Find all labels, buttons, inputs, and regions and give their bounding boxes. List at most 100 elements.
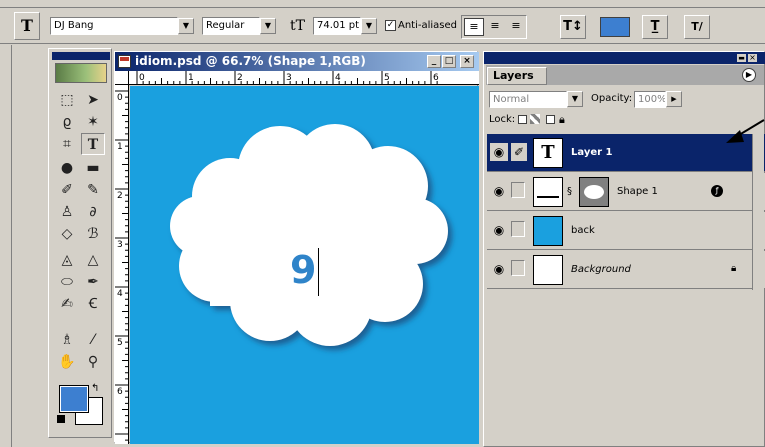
font-family-dropdown-icon[interactable]: ▼ — [178, 18, 194, 34]
ruler-label: 3 — [286, 73, 292, 83]
swap-colors-icon[interactable]: ↰ — [91, 383, 99, 394]
layer-row-back[interactable]: ◉ back — [487, 212, 765, 250]
link-box[interactable] — [511, 221, 525, 237]
vertical-ruler[interactable]: 0 1 2 3 4 5 6 — [115, 85, 129, 444]
link-box[interactable] — [511, 182, 525, 198]
custom-shape-icon[interactable]: Ꞓ — [81, 293, 105, 315]
palette-titlebar[interactable] — [484, 52, 765, 64]
layer-fill-thumbnail[interactable] — [533, 177, 563, 207]
opacity-field[interactable]: 100% — [634, 91, 666, 108]
align-center-icon[interactable]: ≡ — [485, 18, 505, 36]
pencil-tool-icon[interactable]: ✎ — [81, 179, 105, 201]
layer-thumbnail-white[interactable] — [533, 255, 563, 285]
ruler-label: 6 — [433, 73, 439, 83]
palettes-toggle-icon[interactable]: T/ — [684, 15, 710, 39]
font-style-dropdown-icon[interactable]: ▼ — [260, 18, 276, 34]
cloud-shape[interactable] — [170, 124, 448, 346]
warp-text-icon[interactable]: T̲ — [642, 15, 668, 39]
blend-mode-field[interactable]: Normal — [489, 91, 567, 108]
palette-close-icon[interactable]: × — [748, 54, 757, 62]
link-box[interactable] — [511, 260, 525, 276]
toolbox: ⬚ ➤ ϱ ✶ ⌗ T ● ▬ ✐ ✎ ♙ ∂ ◇ ℬ ◬ △ ⬭ ✒ ✍ Ꞓ … — [48, 48, 112, 438]
brush-tool-icon[interactable]: ✐ — [55, 179, 79, 201]
layer-thumbnail-type[interactable]: T — [533, 138, 563, 168]
vector-mask-thumbnail[interactable] — [579, 177, 609, 207]
font-style-field[interactable]: Regular — [202, 17, 260, 35]
text-color-swatch[interactable] — [600, 17, 630, 37]
align-right-icon[interactable]: ≡ — [506, 18, 526, 36]
eye-icon[interactable]: ◉ — [490, 221, 508, 239]
minimize-button[interactable]: _ — [427, 55, 441, 68]
ruler-label: 5 — [117, 338, 123, 348]
close-button[interactable]: × — [460, 55, 474, 68]
layer-thumbnail-blue[interactable] — [533, 216, 563, 246]
brush-active-icon[interactable]: ✐ — [511, 143, 527, 161]
ruler-label: 3 — [117, 240, 123, 250]
crop-tool-icon[interactable]: ⌗ — [55, 133, 79, 155]
layer-row-background[interactable]: ◉ Background 🔒︎ — [487, 251, 765, 289]
blur-tool-icon[interactable]: ◬ — [55, 249, 79, 271]
align-left-icon[interactable]: ≡ — [464, 18, 484, 36]
zoom-tool-icon[interactable]: ⚲ — [81, 351, 105, 373]
app-logo-icon[interactable] — [55, 63, 107, 83]
antialias-checkbox[interactable]: ✓ — [385, 20, 396, 31]
ruler-label: 0 — [139, 73, 145, 83]
ruler-label: 2 — [117, 191, 123, 201]
annotation-arrow — [726, 119, 765, 143]
font-size-field[interactable]: 74.01 pt — [313, 17, 361, 35]
lock-image-checkbox[interactable] — [546, 115, 555, 124]
ruler-origin[interactable] — [115, 71, 129, 85]
typed-text[interactable]: 9 — [290, 250, 316, 290]
sharpen-tool-icon[interactable]: △ — [81, 249, 105, 271]
eye-icon[interactable]: ◉ — [490, 260, 508, 278]
tab-layers[interactable]: Layers — [487, 67, 547, 85]
palette-menu-icon[interactable]: ▶ — [742, 68, 756, 82]
blend-mode-dropdown-icon[interactable]: ▼ — [567, 91, 583, 107]
notes-icon[interactable]: ♗ — [55, 329, 79, 351]
move-tool-icon[interactable]: ➤ — [81, 89, 105, 111]
foreground-color-swatch[interactable] — [59, 385, 89, 413]
notes-tool-icon[interactable]: ✍ — [55, 293, 79, 315]
healing-tool-icon[interactable]: ● — [55, 157, 79, 179]
layer-row-shape-1[interactable]: ◉ § Shape 1 ƒ — [487, 173, 765, 211]
ruler-label: 5 — [384, 73, 390, 83]
eyedropper-tool-icon[interactable]: ⁄ — [81, 329, 105, 351]
default-colors-icon[interactable] — [57, 415, 65, 423]
shape-tool-icon[interactable]: ⬭ — [55, 271, 79, 293]
type-tool-icon[interactable]: T — [81, 133, 105, 155]
toolbox-titlebar[interactable] — [52, 52, 110, 60]
magic-wand-tool-icon[interactable]: ✶ — [81, 111, 105, 133]
stamp-tool-icon[interactable]: ♙ — [55, 201, 79, 223]
font-family-field[interactable]: DJ Bang — [50, 17, 178, 35]
document-titlebar[interactable]: idiom.psd @ 66.7% (Shape 1,RGB) — [115, 52, 479, 71]
image-canvas[interactable]: 9 — [130, 86, 479, 444]
eraser-block-icon[interactable]: ▬ — [81, 157, 105, 179]
lock-transparency-checkbox[interactable] — [518, 115, 527, 124]
eye-icon[interactable]: ◉ — [490, 143, 508, 161]
eye-icon[interactable]: ◉ — [490, 182, 508, 200]
layer-name[interactable]: Shape 1 — [617, 185, 658, 199]
eraser-tool-icon[interactable]: ◇ — [55, 223, 79, 245]
opacity-slider-icon[interactable]: ▶ — [666, 91, 682, 107]
hand-tool-icon[interactable]: ✋ — [55, 351, 79, 373]
lock-all-icon[interactable]: 🔒︎ — [559, 113, 565, 127]
lasso-tool-icon[interactable]: ϱ — [55, 111, 79, 133]
horizontal-ruler[interactable]: 0 1 2 3 4 5 6 — [129, 71, 479, 85]
ruler-label: 0 — [117, 93, 123, 103]
font-size-dropdown-icon[interactable]: ▼ — [361, 18, 377, 34]
layer-name[interactable]: back — [571, 224, 595, 238]
alignment-group: ≡ ≡ ≡ — [461, 15, 527, 39]
layer-name[interactable]: Background — [571, 263, 631, 277]
maximize-button[interactable]: □ — [442, 55, 456, 68]
marquee-tool-icon[interactable]: ⬚ — [55, 89, 79, 111]
layer-name[interactable]: Layer 1 — [571, 146, 612, 160]
layer-style-icon[interactable]: ƒ — [711, 185, 723, 197]
pen-tool-icon[interactable]: ✒ — [81, 271, 105, 293]
text-orientation-icon[interactable]: T↕ — [560, 15, 586, 39]
layers-scrollbar[interactable] — [752, 134, 764, 290]
history-brush-icon[interactable]: ∂ — [81, 201, 105, 223]
lock-transparency-icon — [530, 114, 540, 124]
type-tool-preset-icon[interactable]: T — [14, 12, 40, 40]
art-brush-icon[interactable]: ℬ — [81, 223, 105, 245]
palette-minimize-icon[interactable]: ▬ — [737, 54, 746, 62]
